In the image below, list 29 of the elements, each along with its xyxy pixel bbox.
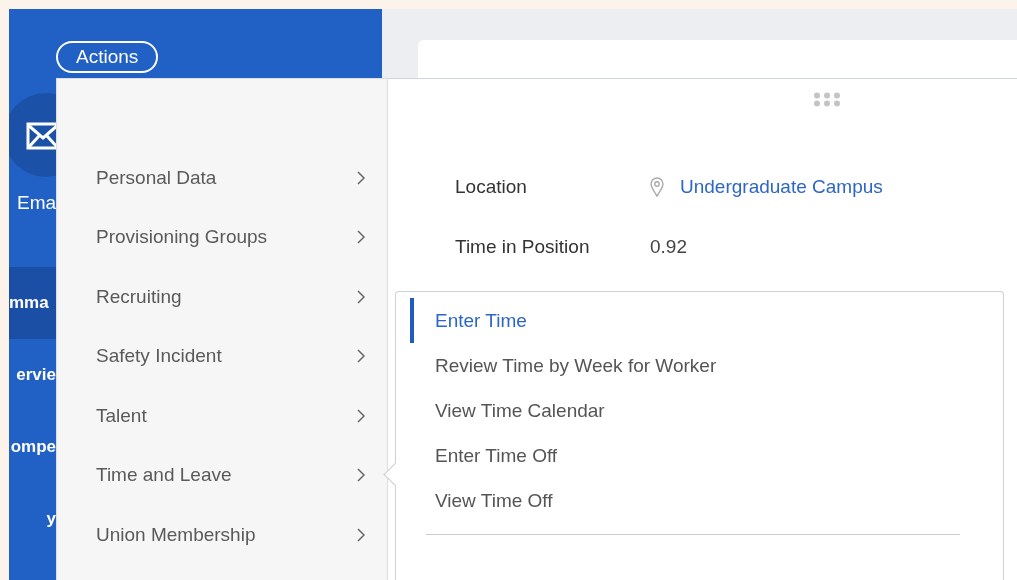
chevron-right-icon xyxy=(357,289,365,304)
menu-category[interactable]: Personal Data xyxy=(57,148,387,208)
submenu-item[interactable]: View Time Off xyxy=(410,478,1003,523)
actions-button[interactable]: Actions xyxy=(56,41,159,73)
drag-handle-icon[interactable] xyxy=(813,92,841,107)
chevron-right-icon xyxy=(357,468,365,483)
field-label: Time in Position xyxy=(455,236,591,258)
location-link[interactable]: Undergraduate Campus xyxy=(680,176,883,198)
menu-category[interactable]: Provisioning Groups xyxy=(57,207,387,267)
chevron-right-icon xyxy=(357,408,365,423)
email-label: Ema xyxy=(17,192,57,214)
submenu-item[interactable]: Review Time by Week for Worker xyxy=(410,343,1003,388)
submenu-item[interactable]: View Time Calendar xyxy=(410,388,1003,433)
menu-category[interactable]: Union Membership xyxy=(57,505,387,565)
submenu-item[interactable]: Enter Time Off xyxy=(410,433,1003,478)
submenu-item[interactable]: Enter Time xyxy=(410,298,1003,343)
menu-category[interactable]: Recruiting xyxy=(57,267,387,327)
menu-category[interactable]: Talent xyxy=(57,386,387,446)
chevron-right-icon xyxy=(357,170,365,185)
nav-item[interactable]: y xyxy=(9,483,56,555)
chevron-right-icon xyxy=(357,527,365,542)
location-pin-icon xyxy=(650,177,664,197)
field-label: Location xyxy=(455,176,528,198)
menu-category[interactable]: Safety Incident xyxy=(57,326,387,386)
chevron-right-icon xyxy=(357,349,365,364)
field-value: 0.92 xyxy=(650,236,687,258)
nav-item[interactable]: ompe xyxy=(9,411,56,483)
chevron-right-icon xyxy=(357,230,365,245)
nav-item[interactable]: ervie xyxy=(9,339,56,411)
